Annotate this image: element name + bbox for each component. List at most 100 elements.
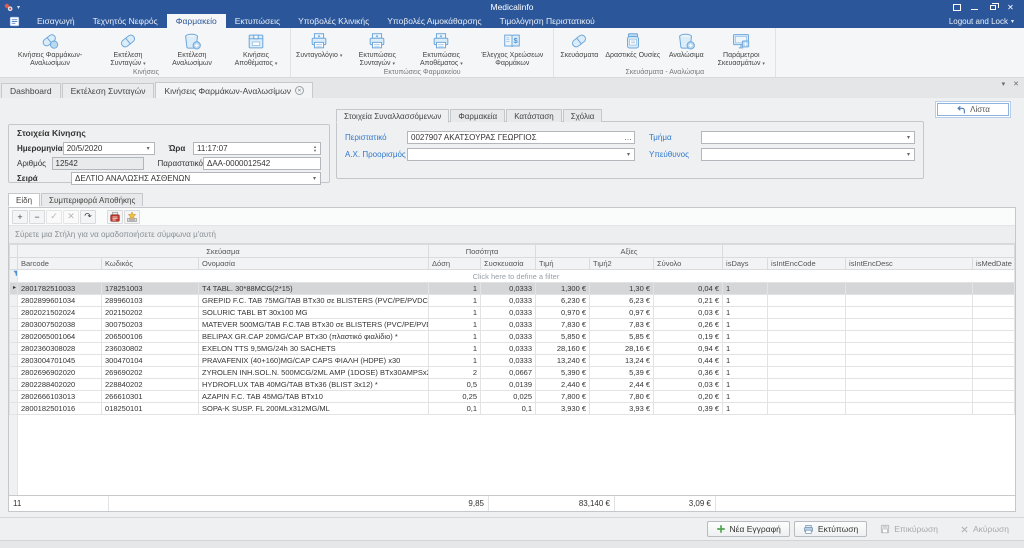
movements-medicines-button[interactable]: Κινήσεις Φαρμάκων-Αναλωσίμων	[4, 29, 96, 68]
grid-cell-2-5[interactable]: 0,970 €	[536, 307, 590, 319]
close-view-icon[interactable]: ✕	[1013, 80, 1019, 88]
grid-cell-0-0[interactable]: 2801782510033	[18, 283, 102, 295]
new-record-button[interactable]: Νέα Εγγραφή	[707, 521, 790, 537]
series-field[interactable]	[71, 172, 321, 185]
grid-cell-8-7[interactable]: 0,03 €	[654, 379, 723, 391]
execute-consumables-button[interactable]: Εκτέλεση Αναλωσίμων	[160, 29, 224, 68]
menu-item-6[interactable]: Τιμολόγηση Περιστατικού	[491, 14, 604, 28]
date-input[interactable]	[64, 144, 143, 153]
grid-cell-3-11[interactable]	[973, 319, 1015, 331]
grid-cell-7-10[interactable]	[846, 367, 973, 379]
party-tab-2[interactable]: Κατάσταση	[506, 109, 562, 122]
column-header-3[interactable]: Δόση	[429, 258, 481, 270]
column-header-6[interactable]: Τιμή2	[590, 258, 654, 270]
column-header-1[interactable]: Κωδικός	[102, 258, 199, 270]
responsible-input[interactable]	[702, 150, 903, 159]
grid-cell-9-9[interactable]	[768, 391, 846, 403]
ellipsis-icon[interactable]	[622, 133, 634, 142]
print-prescriptions-button[interactable]: Εκτυπώσεις Συνταγών ▾	[345, 29, 409, 68]
grid-cell-7-11[interactable]	[973, 367, 1015, 379]
grid-cell-0-10[interactable]	[846, 283, 973, 295]
grid-cell-9-2[interactable]: AZAPIN F.C. TAB 45MG/TAB BTx10	[199, 391, 429, 403]
grid-cell-9-8[interactable]: 1	[723, 391, 768, 403]
grid-cell-6-8[interactable]: 1	[723, 355, 768, 367]
grid-cell-8-6[interactable]: 2,44 €	[590, 379, 654, 391]
grid-cell-6-6[interactable]: 13,24 €	[590, 355, 654, 367]
grid-cell-6-1[interactable]: 300470104	[102, 355, 199, 367]
grid-cell-0-9[interactable]	[768, 283, 846, 295]
grid-cell-8-10[interactable]	[846, 379, 973, 391]
grid-cell-5-7[interactable]: 0,94 €	[654, 343, 723, 355]
grid-cell-7-1[interactable]: 269690202	[102, 367, 199, 379]
grid-cell-0-6[interactable]: 1,30 €	[590, 283, 654, 295]
grid-row-3[interactable]: 2803007502038300750203MATEVER 500MG/TAB …	[10, 319, 1015, 331]
consumables-button[interactable]: Αναλώσιμα	[663, 29, 709, 68]
grid-cell-8-8[interactable]: 1	[723, 379, 768, 391]
grid-cell-9-3[interactable]: 0,25	[429, 391, 481, 403]
grid-cell-3-4[interactable]: 0,0333	[481, 319, 536, 331]
department-input[interactable]	[702, 133, 903, 142]
application-button[interactable]	[0, 14, 28, 28]
print-stock-button[interactable]: Εκτυπώσεις Αποθέματος ▾	[409, 29, 473, 68]
grid-cell-1-1[interactable]: 289960103	[102, 295, 199, 307]
time-spinner-icon[interactable]	[310, 145, 320, 153]
grid-cell-9-1[interactable]: 266610301	[102, 391, 199, 403]
grid-cell-10-7[interactable]: 0,39 €	[654, 403, 723, 415]
grid-cell-5-4[interactable]: 0,0333	[481, 343, 536, 355]
column-header-11[interactable]: isMedDate	[973, 258, 1015, 270]
minimize-button[interactable]	[967, 1, 982, 13]
grid-cell-6-4[interactable]: 0,0333	[481, 355, 536, 367]
grid-cell-1-11[interactable]	[973, 295, 1015, 307]
grid-cell-10-1[interactable]: 018250101	[102, 403, 199, 415]
logout-button[interactable]: Logout and Lock ▾	[949, 14, 1024, 28]
time-field[interactable]	[193, 142, 321, 155]
refresh-button[interactable]: ↷	[80, 210, 96, 224]
doc-tab-2[interactable]: Κινήσεις Φαρμάκων-Αναλωσίμων✕	[155, 82, 312, 98]
grid-cell-9-11[interactable]	[973, 391, 1015, 403]
grid-cell-3-1[interactable]: 300750203	[102, 319, 199, 331]
grid-cell-10-11[interactable]	[973, 403, 1015, 415]
execute-prescriptions-button[interactable]: Εκτέλεση Συνταγών ▾	[96, 29, 160, 68]
grid-cell-0-8[interactable]: 1	[723, 283, 768, 295]
grid-cell-10-3[interactable]: 0,1	[429, 403, 481, 415]
grid-cell-10-6[interactable]: 3,93 €	[590, 403, 654, 415]
grid-cell-3-10[interactable]	[846, 319, 973, 331]
grid-cell-7-9[interactable]	[768, 367, 846, 379]
grid-row-6[interactable]: 2803004701045300470104PRAVAFENIX (40+160…	[10, 355, 1015, 367]
grid-cell-1-3[interactable]: 1	[429, 295, 481, 307]
grid-cell-3-0[interactable]: 2803007502038	[18, 319, 102, 331]
grid-row-2[interactable]: 2802021502024202150202SOLURIC TABL BT 30…	[10, 307, 1015, 319]
column-header-5[interactable]: Τιμή	[536, 258, 590, 270]
grid-cell-8-4[interactable]: 0,0139	[481, 379, 536, 391]
grid-cell-2-11[interactable]	[973, 307, 1015, 319]
barcode-scanner-button[interactable]	[124, 210, 140, 224]
items-tab-1[interactable]: Συμπεριφορά Αποθήκης	[41, 193, 143, 206]
grid-cell-3-6[interactable]: 7,83 €	[590, 319, 654, 331]
grid-cell-4-10[interactable]	[846, 331, 973, 343]
barcode-print-button[interactable]	[107, 210, 123, 224]
chevron-down-icon[interactable]	[903, 132, 914, 143]
grid-cell-8-2[interactable]: HYDROFLUX TAB 40MG/TAB BTx36 (BLIST 3x12…	[199, 379, 429, 391]
grid-cell-6-2[interactable]: PRAVAFENIX (40+160)MG/CAP CAPS ΦΙΑΛΗ (HD…	[199, 355, 429, 367]
grid-cell-0-5[interactable]: 1,300 €	[536, 283, 590, 295]
grid-cell-6-11[interactable]	[973, 355, 1015, 367]
grid-cell-9-0[interactable]: 2802666103013	[18, 391, 102, 403]
party-tab-0[interactable]: Στοιχεία Συναλλασσόμενων	[336, 109, 449, 123]
grid-cell-6-5[interactable]: 13,240 €	[536, 355, 590, 367]
grid-cell-2-1[interactable]: 202150202	[102, 307, 199, 319]
menu-item-0[interactable]: Εισαγωγή	[28, 14, 84, 28]
grid-cell-9-7[interactable]: 0,20 €	[654, 391, 723, 403]
grid-cell-10-10[interactable]	[846, 403, 973, 415]
grid-cell-3-7[interactable]: 0,26 €	[654, 319, 723, 331]
add-row-button[interactable]: +	[12, 210, 28, 224]
column-header-0[interactable]: Barcode	[18, 258, 102, 270]
preparation-parameters-button[interactable]: Παράμετροι Σκευασμάτων ▾	[709, 29, 773, 68]
grid-cell-6-10[interactable]	[846, 355, 973, 367]
grid-cell-4-8[interactable]: 1	[723, 331, 768, 343]
grid-cell-3-2[interactable]: MATEVER 500MG/TAB F.C.TAB BTx30 σε BLIST…	[199, 319, 429, 331]
grid-cell-7-2[interactable]: ZYROLEN INH.SOL.N. 500MCG/2ML AMP (1DOSE…	[199, 367, 429, 379]
check-medicine-charges-button[interactable]: $Έλεγχος Χρεώσεων Φαρμάκων	[473, 29, 551, 68]
grid-cell-4-11[interactable]	[973, 331, 1015, 343]
column-header-10[interactable]: isIntEncDesc	[846, 258, 973, 270]
grid-cell-3-5[interactable]: 7,830 €	[536, 319, 590, 331]
